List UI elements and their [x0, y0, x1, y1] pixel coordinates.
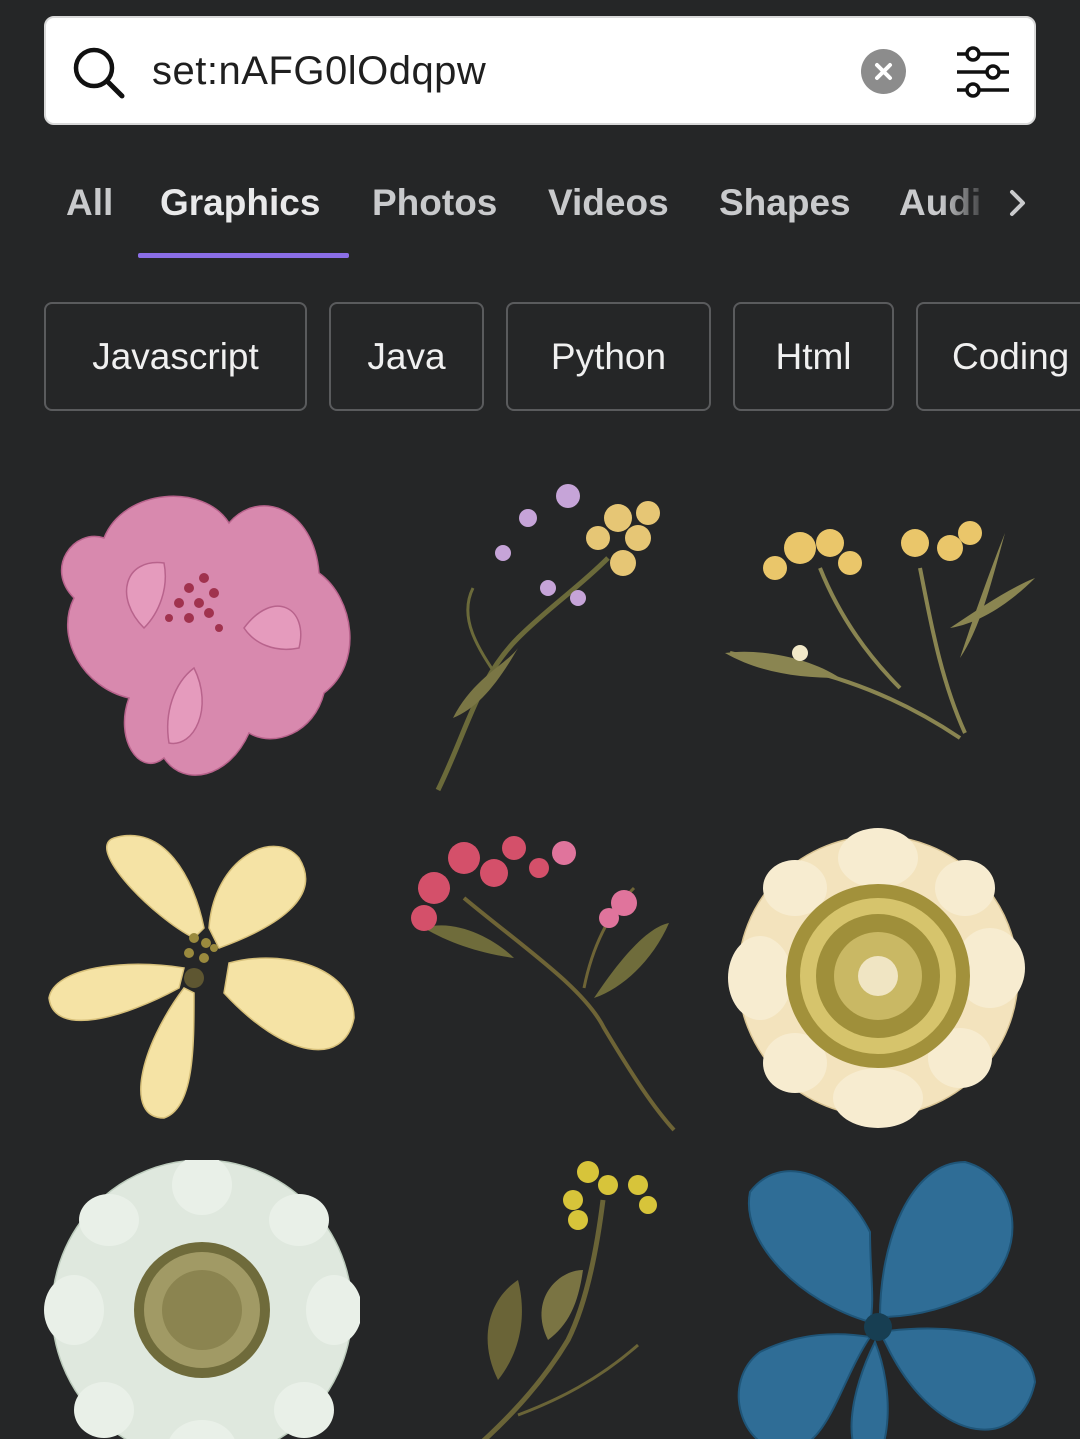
graphic-result[interactable] — [720, 818, 1036, 1134]
cream-daisy-graphic — [728, 828, 1025, 1128]
search-icon[interactable] — [70, 44, 126, 100]
graphic-result[interactable] — [44, 478, 360, 794]
tab-shapes[interactable]: Shapes — [719, 178, 851, 228]
graphic-result[interactable] — [44, 1155, 362, 1439]
graphic-result[interactable] — [418, 478, 734, 794]
graphic-result[interactable] — [720, 478, 1036, 794]
sliders-icon[interactable] — [953, 44, 1013, 100]
blue-hydrangea-graphic — [737, 1160, 1037, 1439]
red-sprig-graphic — [411, 836, 676, 1132]
tab-videos[interactable]: Videos — [548, 178, 669, 228]
white-daisy-graphic — [44, 1155, 362, 1439]
active-tab-indicator — [138, 253, 349, 258]
category-tabs: All Graphics Photos Videos Shapes Audi — [0, 170, 1080, 260]
chip-html[interactable]: Html — [733, 302, 894, 411]
graphic-result[interactable] — [418, 1160, 734, 1439]
tab-graphics[interactable]: Graphics — [160, 178, 320, 228]
chip-coding[interactable]: Coding — [916, 302, 1080, 411]
yellow-sprig-graphic — [725, 521, 1035, 740]
yellow-stem-graphic — [481, 1161, 657, 1439]
clear-search-button[interactable] — [861, 49, 906, 94]
close-icon — [875, 63, 892, 80]
chevron-right-icon[interactable] — [1000, 186, 1034, 220]
graphic-result[interactable] — [720, 1152, 1037, 1439]
graphic-result[interactable] — [384, 818, 700, 1134]
graphics-search-panel: set:nAFG0lOdqpw All Graphics Photos Vide… — [0, 0, 1080, 1439]
cream-flower-graphic — [48, 834, 355, 1119]
tab-photos[interactable]: Photos — [372, 178, 497, 228]
chip-javascript[interactable]: Javascript — [44, 302, 307, 411]
pink-flower-graphic — [61, 495, 351, 776]
search-input[interactable]: set:nAFG0lOdqpw — [152, 46, 486, 96]
chip-python[interactable]: Python — [506, 302, 711, 411]
chip-java[interactable]: Java — [329, 302, 484, 411]
tab-all[interactable]: All — [66, 178, 113, 228]
lilac-sprig-graphic — [435, 484, 660, 792]
graphic-result[interactable] — [44, 818, 360, 1134]
